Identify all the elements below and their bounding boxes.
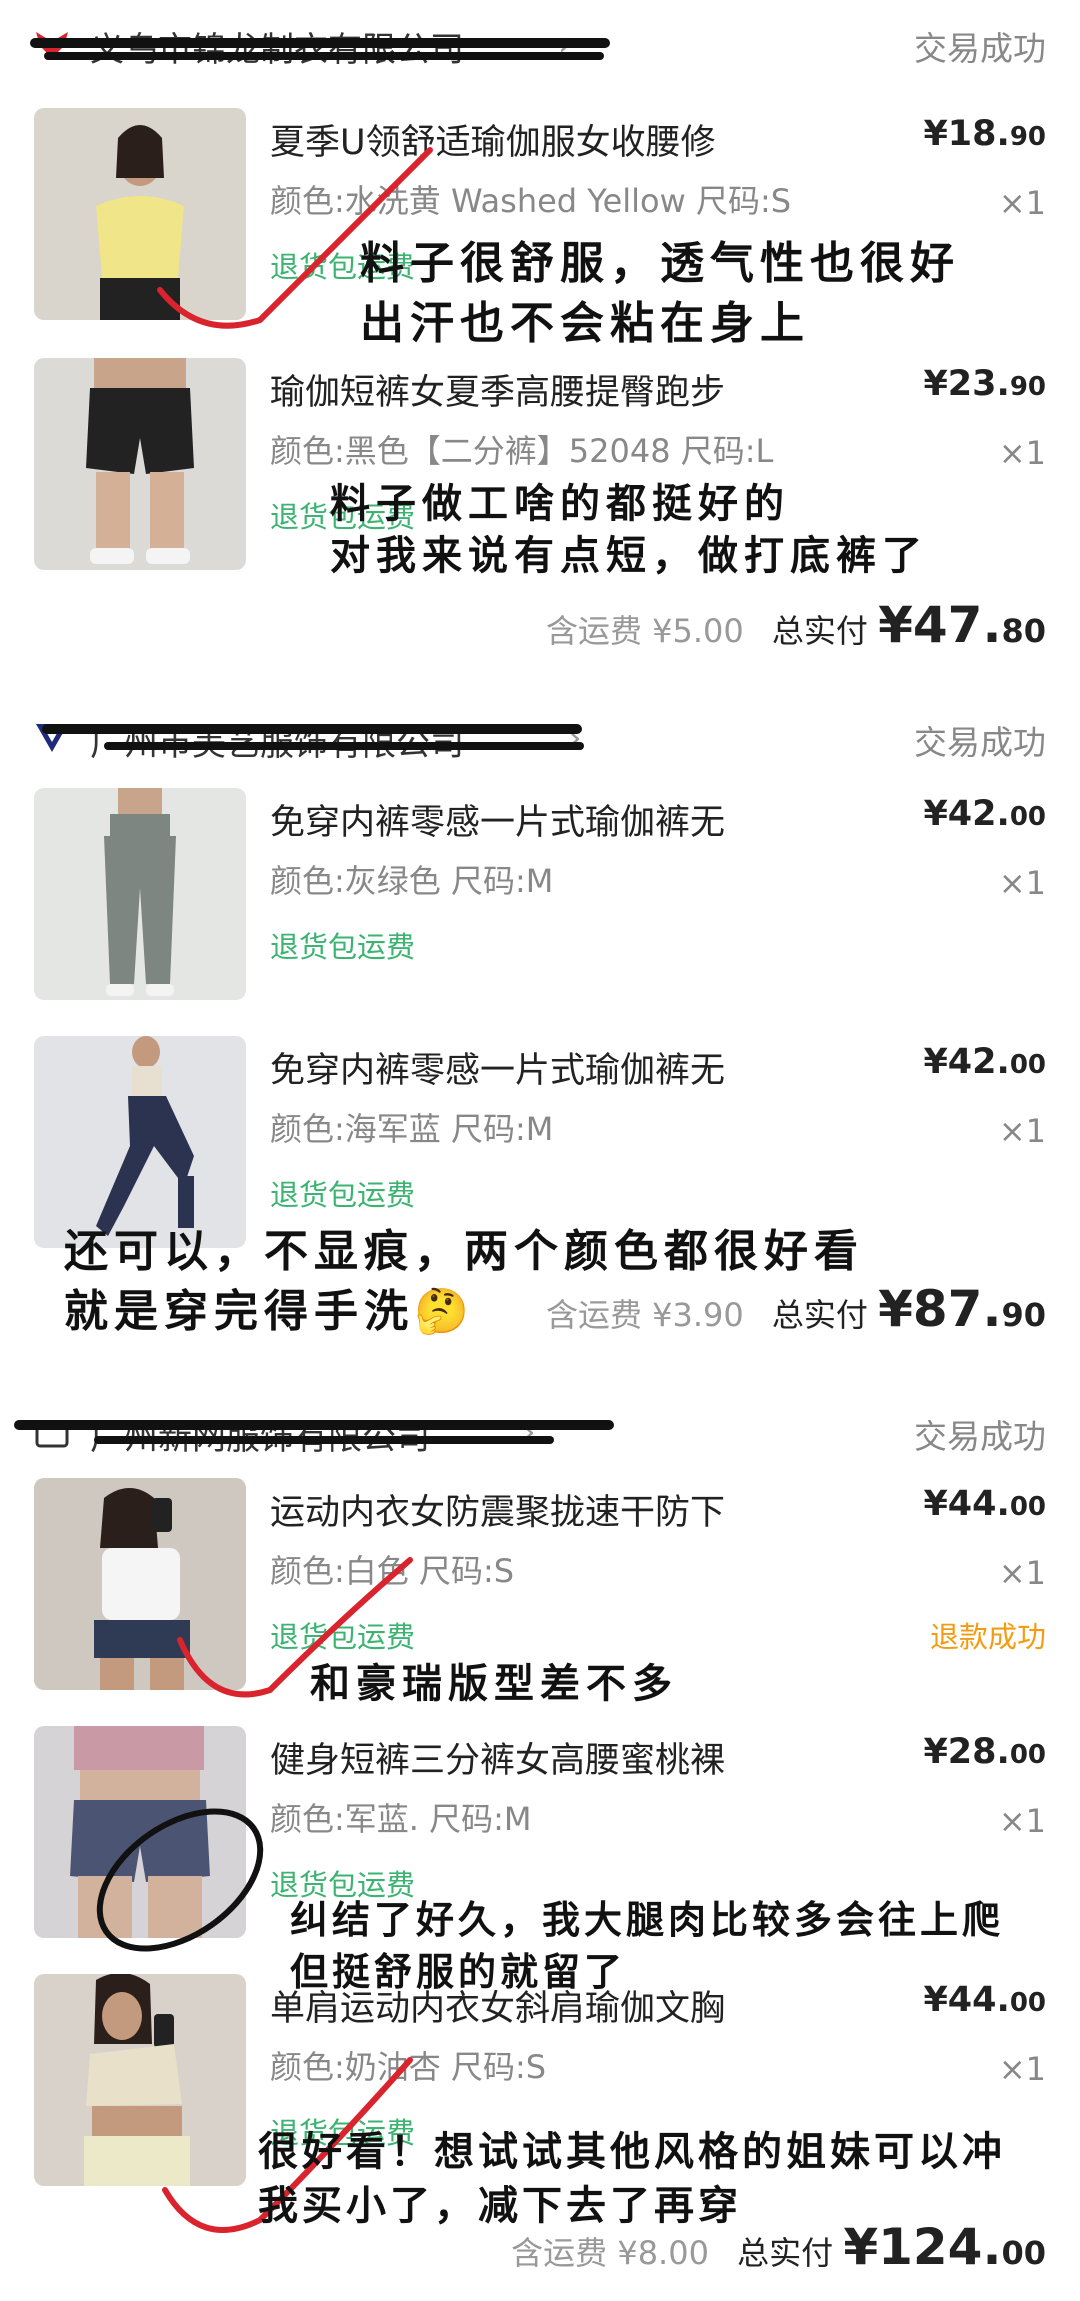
- handwritten-note: 出汗也不会粘在身上: [360, 298, 810, 349]
- handwritten-note: 很好看！想试试其他风格的姐妹可以冲: [258, 2129, 1006, 2175]
- handwritten-note: 纠结了好久，我大腿肉比较多会往上爬: [290, 1898, 1005, 1942]
- handwritten-note: 我买小了，减下去了再穿: [258, 2183, 742, 2229]
- black-circle: [96, 1808, 264, 1952]
- order-list: 义乌市锦龙制衣有限公司 › 交易成功 夏季U领舒适瑜伽服女收腰修 ¥18.90 …: [0, 0, 1080, 2301]
- handwritten-note: 和豪瑞版型差不多: [310, 1661, 678, 1707]
- handwritten-note: 料子做工啥的都挺好的: [330, 481, 790, 527]
- handwritten-note: 但挺舒服的就留了: [290, 1950, 627, 1994]
- handwritten-note: 就是穿完得手洗🤔: [64, 1286, 475, 1337]
- handwritten-note: 还可以，不显痕，两个颜色都很好看: [64, 1226, 864, 1277]
- handwritten-note: 对我来说有点短，做打底裤了: [330, 533, 928, 579]
- handwritten-note: 料子很舒服，透气性也很好: [360, 238, 960, 289]
